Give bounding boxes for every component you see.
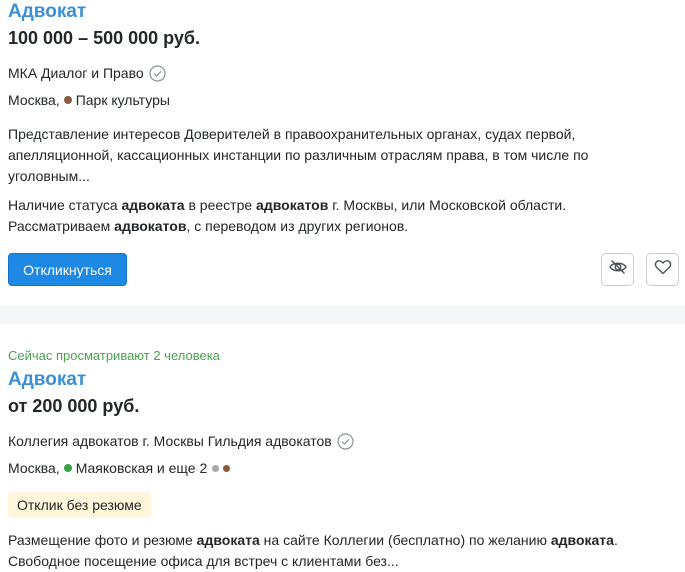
vacancy-location: Москва, Маяковская и еще 2 — [8, 459, 231, 477]
metro-station: Маяковская и еще 2 — [75, 460, 208, 476]
metro-line-dot-icon — [63, 96, 72, 104]
no-resume-response-badge: Отклик без резюме — [8, 492, 151, 518]
metro-station: Парк культуры — [75, 92, 170, 108]
vacancy-title-link[interactable]: Адвокат — [8, 369, 86, 391]
employer: Коллегия адвокатов г. Москвы Гильдия адв… — [8, 432, 354, 450]
vacancy-requirements: Наличие статуса адвоката в реестре адвок… — [8, 197, 567, 234]
heart-icon — [654, 258, 672, 281]
city: Москва, — [8, 460, 60, 476]
vacancy-description: Представление интересов Доверителей в пр… — [8, 126, 589, 184]
employer-name-link[interactable]: Коллегия адвокатов г. Москвы Гильдия адв… — [8, 432, 332, 450]
metro-line-dot-icon — [212, 464, 220, 472]
city: Москва, — [8, 92, 60, 108]
vacancy-description: Размещение фото и резюме адвоката на сай… — [8, 532, 618, 569]
hide-vacancy-button[interactable] — [601, 253, 634, 286]
verified-check-icon — [337, 432, 354, 450]
vacancy-location: Москва, Парк культуры — [8, 91, 170, 109]
add-to-favorites-button[interactable] — [646, 253, 679, 286]
metro-line-dot-icon — [63, 464, 72, 472]
eye-crossed-icon — [608, 257, 628, 282]
employer: МКА Диалог и Право — [8, 64, 166, 82]
vacancy-salary: 100 000 – 500 000 руб. — [8, 28, 201, 48]
metro-line-dot-icon — [223, 464, 231, 472]
vacancy-card: Сейчас просматривают 2 человека Адвокат … — [0, 324, 685, 571]
card-separator — [0, 306, 685, 324]
employer-name-link[interactable]: МКА Диалог и Право — [8, 64, 144, 82]
respond-button[interactable]: Откликнуться — [8, 253, 127, 286]
vacancy-card: Адвокат 100 000 – 500 000 руб. МКА Диало… — [0, 0, 685, 306]
vacancy-title-link[interactable]: Адвокат — [8, 1, 86, 23]
vacancy-salary: от 200 000 руб. — [8, 396, 140, 416]
verified-check-icon — [149, 64, 166, 82]
viewers-count-note: Сейчас просматривают 2 человека — [8, 348, 220, 363]
